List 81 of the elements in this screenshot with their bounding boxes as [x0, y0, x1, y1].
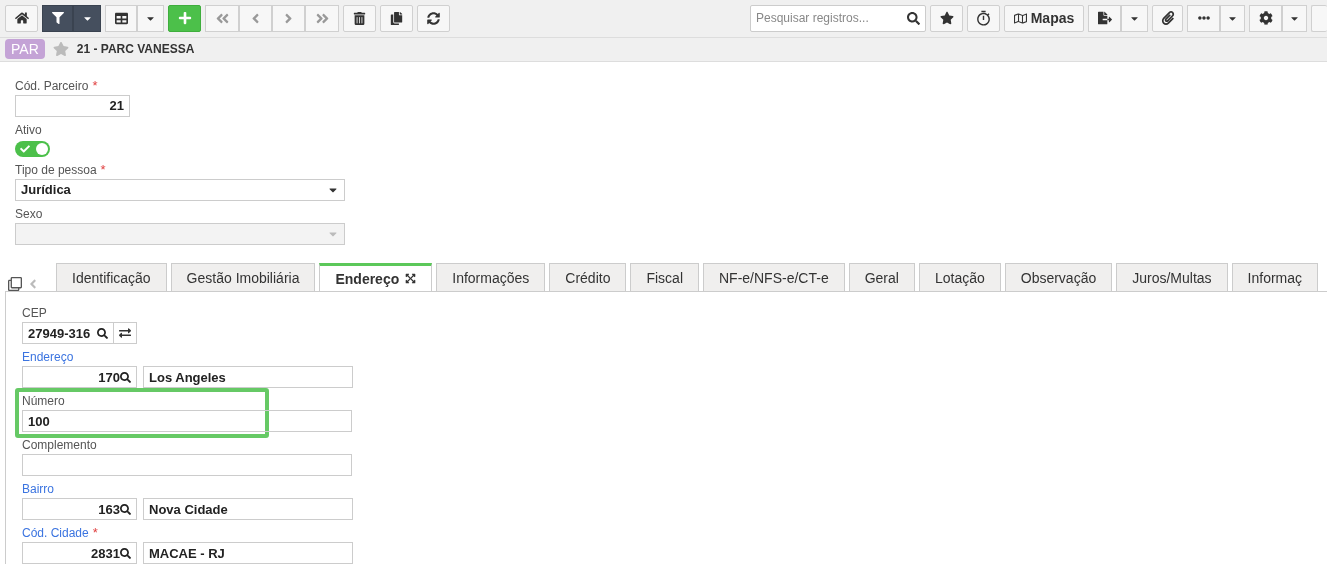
required-mark: *: [100, 162, 106, 177]
search-icon: [120, 503, 131, 515]
field-label: Endereço: [22, 350, 74, 364]
field-label: Cód. Parceiro: [15, 78, 89, 93]
number-field[interactable]: 21: [15, 94, 130, 117]
toggle-switch[interactable]: [15, 140, 50, 157]
record-title: 21 - PARC VANESSA: [76, 42, 195, 57]
settings-button[interactable]: [1249, 4, 1282, 32]
search-icon: [97, 327, 108, 339]
field-label: Sexo: [15, 206, 43, 221]
export-button[interactable]: [1088, 4, 1121, 32]
tab[interactable]: Endereço: [319, 263, 433, 292]
required-mark: *: [92, 526, 98, 540]
first-button[interactable]: [205, 4, 239, 32]
field-label: Número: [22, 394, 65, 408]
description-field[interactable]: Los Angeles: [143, 366, 353, 388]
timer-button[interactable]: [967, 4, 1000, 32]
delete-button[interactable]: [343, 4, 376, 32]
search-field[interactable]: Pesquisar registros...: [750, 4, 926, 32]
field-label: Cód. Cidade: [22, 526, 89, 540]
cep-field[interactable]: 27949-316: [22, 322, 114, 344]
tab[interactable]: Gestão Imobiliária: [170, 263, 316, 292]
required-mark: *: [92, 78, 98, 93]
stopwatch-icon: [975, 9, 992, 27]
expand-icon: [405, 273, 417, 284]
tab[interactable]: Informaç: [1231, 263, 1319, 292]
star-icon: [939, 11, 954, 26]
dropdown-button[interactable]: [73, 4, 101, 32]
table-icon: [114, 11, 128, 25]
attach-button[interactable]: [1152, 4, 1183, 32]
code-field[interactable]: 170: [22, 366, 137, 388]
field-label: Bairro: [22, 482, 54, 496]
tab[interactable]: Informações: [436, 263, 546, 292]
field-label: Complemento: [22, 438, 97, 452]
select-field[interactable]: Jurídica: [15, 178, 345, 201]
tab[interactable]: Lotação: [918, 263, 1001, 292]
add-button[interactable]: [168, 4, 201, 32]
swap-button[interactable]: [113, 322, 137, 344]
file-export-icon: [1097, 11, 1112, 26]
tab[interactable]: NF-e/NFS-e/CT-e: [703, 263, 845, 292]
favorite-button[interactable]: [930, 4, 963, 32]
description-field[interactable]: MACAE - RJ: [143, 542, 353, 564]
copy-icon: [8, 277, 22, 291]
paperclip-icon: [1160, 11, 1175, 26]
trash-icon: [353, 11, 366, 25]
tab[interactable]: Identificação: [56, 263, 167, 292]
field-label: Tipo de pessoa: [15, 162, 97, 177]
search-icon: [120, 547, 131, 559]
filter-button[interactable]: [42, 4, 73, 32]
text-field[interactable]: [22, 454, 352, 476]
search-icon: [120, 371, 131, 383]
more-button[interactable]: [1187, 4, 1220, 32]
code-field[interactable]: 163: [22, 498, 137, 520]
gear-icon: [1258, 11, 1273, 26]
copy-button[interactable]: [380, 4, 413, 32]
tab[interactable]: Geral: [848, 263, 915, 292]
check-icon: [20, 143, 30, 154]
maps-button[interactable]: Mapas: [1004, 4, 1084, 32]
grid-view-button[interactable]: [105, 4, 137, 32]
copy-icon: [390, 11, 403, 25]
home-button[interactable]: [5, 4, 38, 32]
description-field[interactable]: Nova Cidade: [143, 498, 353, 520]
field-label: Ativo: [15, 122, 42, 137]
home-icon: [14, 11, 29, 26]
search-icon: [907, 11, 920, 25]
refresh-icon: [427, 11, 440, 25]
field-label: CEP: [22, 306, 47, 320]
code-field[interactable]: 2831: [22, 542, 137, 564]
plus-icon: [177, 11, 192, 26]
text-field[interactable]: 100: [22, 410, 352, 432]
refresh-button[interactable]: [417, 4, 450, 32]
swap-arrows-icon: [119, 327, 131, 339]
tab[interactable]: Juros/Multas: [1116, 263, 1228, 292]
map-icon: [1013, 11, 1027, 25]
next-button[interactable]: [272, 4, 305, 32]
filter-icon: [51, 12, 64, 25]
tab[interactable]: Fiscal: [630, 263, 699, 292]
tab[interactable]: Crédito: [549, 263, 627, 292]
tab[interactable]: Observação: [1004, 263, 1113, 292]
entity-badge: PAR: [5, 39, 45, 60]
previous-button[interactable]: [239, 4, 272, 32]
